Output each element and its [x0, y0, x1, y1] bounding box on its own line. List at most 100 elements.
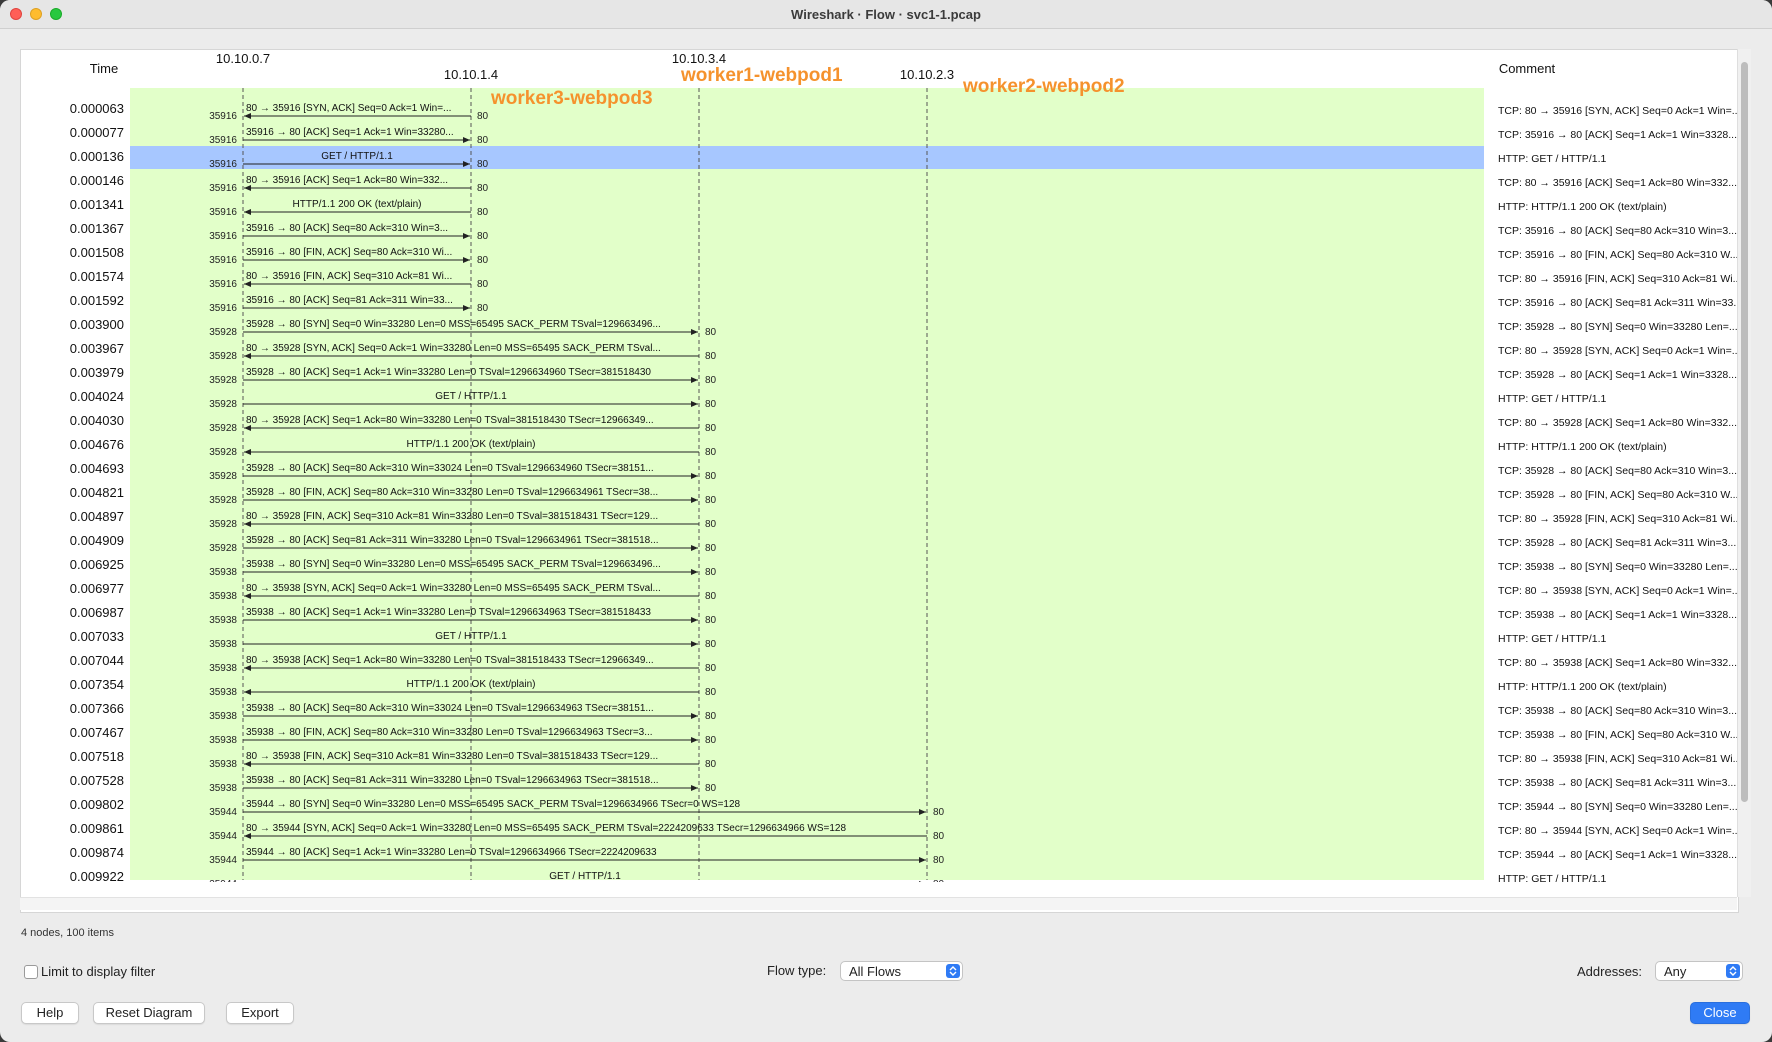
row-right-port: 80 [477, 279, 489, 290]
row-left-port: 35916 [209, 303, 237, 314]
row-label: HTTP/1.1 200 OK (text/plain) [407, 439, 536, 450]
row-comment: HTTP: GET / HTTP/1.1 [1498, 873, 1606, 885]
row-comment: TCP: 80 → 35916 [SYN, ACK] Seq=0 Ack=1 W… [1498, 105, 1741, 117]
row-time: 0.004897 [70, 509, 124, 524]
row-left-port: 35938 [209, 783, 237, 794]
row-right-port: 80 [705, 591, 717, 602]
row-time: 0.007518 [70, 749, 124, 764]
flow-type-label: Flow type: [767, 963, 827, 978]
row-left-port: 35916 [209, 279, 237, 290]
row-time: 0.001574 [70, 269, 124, 284]
reset-diagram-button[interactable]: Reset Diagram [93, 1002, 205, 1024]
row-left-port: 35916 [209, 183, 237, 194]
row-right-port: 80 [705, 327, 717, 338]
row-comment: TCP: 80 → 35944 [SYN, ACK] Seq=0 Ack=1 W… [1498, 825, 1741, 837]
node-address: 10.10.0.7 [216, 51, 270, 66]
row-right-port: 80 [477, 159, 489, 170]
row-time: 0.003900 [70, 317, 124, 332]
row-comment: TCP: 35928 → 80 [ACK] Seq=80 Ack=310 Win… [1498, 465, 1737, 477]
row-label: 80 → 35916 [ACK] Seq=1 Ack=80 Win=332... [246, 175, 448, 186]
status-label: 4 nodes, 100 items [21, 927, 114, 939]
limit-filter-label: Limit to display filter [41, 964, 156, 979]
row-label: 35938 → 80 [ACK] Seq=81 Ack=311 Win=3328… [246, 775, 659, 786]
row-label: 80 → 35938 [SYN, ACK] Seq=0 Ack=1 Win=33… [246, 583, 661, 594]
row-label: 80 → 35928 [SYN, ACK] Seq=0 Ack=1 Win=33… [246, 343, 661, 354]
row-time: 0.000063 [70, 101, 124, 116]
row-left-port: 35916 [209, 111, 237, 122]
row-time: 0.004909 [70, 533, 124, 548]
row-time: 0.009861 [70, 821, 124, 836]
row-time: 0.007354 [70, 677, 124, 692]
row-right-port: 80 [705, 567, 717, 578]
row-comment: TCP: 35938 → 80 [SYN] Seq=0 Win=33280 Le… [1498, 561, 1738, 573]
comment-column-header: Comment [1499, 61, 1556, 76]
row-comment: HTTP: HTTP/1.1 200 OK (text/plain) [1498, 441, 1667, 453]
row-comment: TCP: 35916 → 80 [FIN, ACK] Seq=80 Ack=31… [1498, 249, 1738, 261]
row-label: GET / HTTP/1.1 [435, 631, 507, 642]
row-comment: TCP: 35928 → 80 [ACK] Seq=1 Ack=1 Win=33… [1498, 369, 1737, 381]
row-label: 80 → 35938 [FIN, ACK] Seq=310 Ack=81 Win… [246, 751, 658, 762]
updown-chevron-icon [1726, 964, 1740, 978]
row-left-port: 35916 [209, 231, 237, 242]
addresses-select[interactable]: Any [1655, 961, 1743, 981]
row-label: 80 → 35944 [SYN, ACK] Seq=0 Ack=1 Win=33… [246, 823, 846, 834]
row-left-port: 35916 [209, 135, 237, 146]
row-comment: TCP: 35938 → 80 [ACK] Seq=81 Ack=311 Win… [1498, 777, 1736, 789]
close-button[interactable]: Close [1690, 1002, 1750, 1024]
row-label: GET / HTTP/1.1 [549, 871, 621, 882]
row-left-port: 35944 [209, 807, 237, 818]
row-time: 0.009802 [70, 797, 124, 812]
row-left-port: 35928 [209, 495, 237, 506]
row-right-port: 80 [705, 759, 717, 770]
vertical-scrollbar[interactable] [1737, 49, 1751, 897]
row-left-port: 35938 [209, 615, 237, 626]
row-label: HTTP/1.1 200 OK (text/plain) [407, 679, 536, 690]
row-right-port: 80 [705, 711, 717, 722]
horizontal-scrollbar[interactable] [20, 897, 1737, 910]
row-left-port: 35928 [209, 447, 237, 458]
row-right-port: 80 [705, 735, 717, 746]
row-right-port: 80 [933, 855, 945, 866]
node-address: 10.10.3.4 [672, 51, 726, 66]
row-comment: TCP: 35938 → 80 [FIN, ACK] Seq=80 Ack=31… [1498, 729, 1738, 741]
limit-filter-checkbox[interactable] [24, 965, 38, 979]
addresses-label: Addresses: [1577, 964, 1643, 979]
row-right-port: 80 [705, 375, 717, 386]
row-right-port: 80 [477, 231, 489, 242]
row-label: 35928 → 80 [ACK] Seq=1 Ack=1 Win=33280 L… [246, 367, 651, 378]
row-label: 35928 → 80 [ACK] Seq=80 Ack=310 Win=3302… [246, 463, 654, 474]
row-left-port: 35928 [209, 327, 237, 338]
row-comment: TCP: 80 → 35916 [FIN, ACK] Seq=310 Ack=8… [1498, 273, 1741, 285]
row-left-port: 35916 [209, 159, 237, 170]
vertical-scrollbar-thumb[interactable] [1741, 62, 1748, 802]
row-right-port: 80 [477, 183, 489, 194]
row-left-port: 35928 [209, 543, 237, 554]
row-right-port: 80 [705, 519, 717, 530]
row-left-port: 35928 [209, 375, 237, 386]
row-left-port: 35944 [209, 855, 237, 866]
row-time: 0.009874 [70, 845, 124, 860]
node-address: 10.10.2.3 [900, 67, 954, 82]
row-comment: TCP: 35928 → 80 [SYN] Seq=0 Win=33280 Le… [1498, 321, 1738, 333]
row-left-port: 35938 [209, 735, 237, 746]
row-left-port: 35916 [209, 207, 237, 218]
row-comment: TCP: 80 → 35938 [SYN, ACK] Seq=0 Ack=1 W… [1498, 585, 1741, 597]
row-right-port: 80 [705, 447, 717, 458]
row-left-port: 35938 [209, 663, 237, 674]
help-button[interactable]: Help [21, 1002, 79, 1024]
updown-chevron-icon [946, 964, 960, 978]
row-comment: TCP: 35938 → 80 [ACK] Seq=1 Ack=1 Win=33… [1498, 609, 1737, 621]
row-time: 0.000146 [70, 173, 124, 188]
node-annotation-label: worker3-webpod3 [490, 88, 653, 109]
row-left-port: 35944 [209, 879, 237, 890]
row-time: 0.007033 [70, 629, 124, 644]
row-right-port: 80 [705, 639, 717, 650]
row-left-port: 35938 [209, 567, 237, 578]
row-label: 35938 → 80 [ACK] Seq=80 Ack=310 Win=3302… [246, 703, 654, 714]
flow-type-select[interactable]: All Flows [840, 961, 963, 981]
row-label: 35916 → 80 [ACK] Seq=80 Ack=310 Win=3... [246, 223, 448, 234]
row-label: 35938 → 80 [ACK] Seq=1 Ack=1 Win=33280 L… [246, 607, 651, 618]
row-comment: TCP: 35928 → 80 [FIN, ACK] Seq=80 Ack=31… [1498, 489, 1738, 501]
row-label: GET / HTTP/1.1 [321, 151, 393, 162]
export-button[interactable]: Export [226, 1002, 294, 1024]
